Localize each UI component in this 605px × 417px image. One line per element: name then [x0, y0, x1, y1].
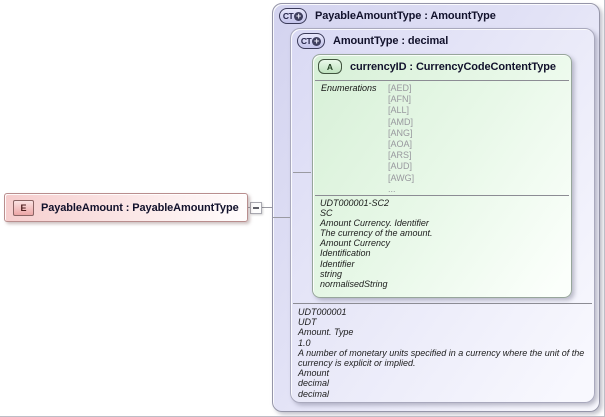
annotation-line: Amount Currency: [320, 238, 391, 249]
annotation-line: decimal: [298, 388, 330, 399]
element-title: PayableAmount : PayableAmountType: [41, 201, 239, 214]
attribute-icon: A: [318, 59, 342, 74]
expand-plus-icon: +: [294, 10, 304, 21]
enumeration-value: [AED]: [388, 83, 412, 93]
enumeration-value-list: [AED] [AFN] [ALL] [AMD] [ANG] [AOA] [ARS] [AUD]…: [388, 83, 414, 195]
separator-line: [315, 195, 569, 196]
annotation-line: A number of monetary units specified in …: [298, 347, 585, 358]
complex-type-icon-label: CT: [282, 11, 294, 21]
complex-type-icon[interactable]: CT +: [279, 8, 307, 24]
annotation-line: Identifier: [320, 258, 355, 269]
annotation-line: Identification: [320, 248, 371, 259]
annotation-line: normalisedString: [320, 278, 388, 289]
attribute-box-currencyid: A currencyID : CurrencyCodeContentType E…: [312, 54, 572, 298]
annotation-line: The currency of the amount.: [320, 228, 433, 239]
element-icon: E: [13, 199, 34, 216]
annotation-line: SC: [320, 208, 333, 219]
attribute-annotation: UDT000001-SC2 SC Amount Currency. Identifi…: [320, 198, 433, 289]
enumerations-label: Enumerations: [321, 83, 377, 93]
annotation-line: 1.0: [298, 337, 311, 348]
enumeration-value: [AUD]: [388, 161, 413, 172]
annotation-line: UDT000001-SC2: [320, 198, 390, 208]
annotation-line: Amount: [298, 368, 330, 379]
enumeration-value: [ANG]: [388, 127, 413, 138]
annotation-line: decimal: [298, 378, 330, 389]
enumeration-value: [AWG]: [388, 172, 415, 183]
annotation-line: UDT000001: [298, 307, 347, 317]
type-annotation: UDT000001 UDT Amount. Type 1.0 A number of m…: [298, 307, 584, 399]
enumeration-value: [ARS]: [388, 150, 412, 161]
attribute-title: currencyID : CurrencyCodeContentType: [350, 60, 556, 73]
annotation-line: currency is explicit or implied.: [298, 358, 416, 369]
annotation-line: string: [320, 268, 343, 279]
separator-line: [315, 80, 569, 81]
complex-type-box-amounttype: CT + AmountType : decimal A currencyID :…: [290, 28, 595, 403]
complex-type-title-row[interactable]: CT + AmountType : decimal: [297, 33, 448, 49]
enumeration-value: ...: [388, 183, 396, 194]
complex-type-title: PayableAmountType : AmountType: [315, 10, 496, 22]
complex-type-icon-label: CT: [300, 36, 312, 46]
enumeration-value: [AFN]: [388, 94, 412, 105]
separator-line: [293, 303, 592, 304]
minus-icon: [253, 207, 259, 209]
complex-type-title: AmountType : decimal: [333, 35, 449, 47]
annotation-line: UDT: [298, 317, 317, 328]
complex-type-icon[interactable]: CT +: [297, 33, 325, 49]
annotation-line: Amount. Type: [298, 327, 354, 338]
expand-plus-icon: +: [312, 35, 322, 46]
collapse-handle[interactable]: [250, 202, 262, 214]
element-box-payableamount[interactable]: E PayableAmount : PayableAmountType: [4, 193, 248, 222]
enumeration-value: [ALL]: [388, 105, 410, 116]
enumeration-value: [AMD]: [388, 116, 414, 127]
enumeration-value: [AOA]: [388, 138, 413, 149]
schema-diagram-canvas: CT + PayableAmountType : AmountType CT +…: [0, 0, 605, 417]
attribute-title-row[interactable]: A currencyID : CurrencyCodeContentType: [318, 59, 556, 74]
complex-type-box-payableamounttype: CT + PayableAmountType : AmountType CT +…: [272, 3, 600, 412]
connector-outer-to-inner: [273, 217, 290, 218]
annotation-line: Amount Currency. Identifier: [320, 218, 429, 229]
connector-inner-to-attribute: [293, 172, 311, 173]
complex-type-title-row[interactable]: CT + PayableAmountType : AmountType: [279, 8, 496, 24]
